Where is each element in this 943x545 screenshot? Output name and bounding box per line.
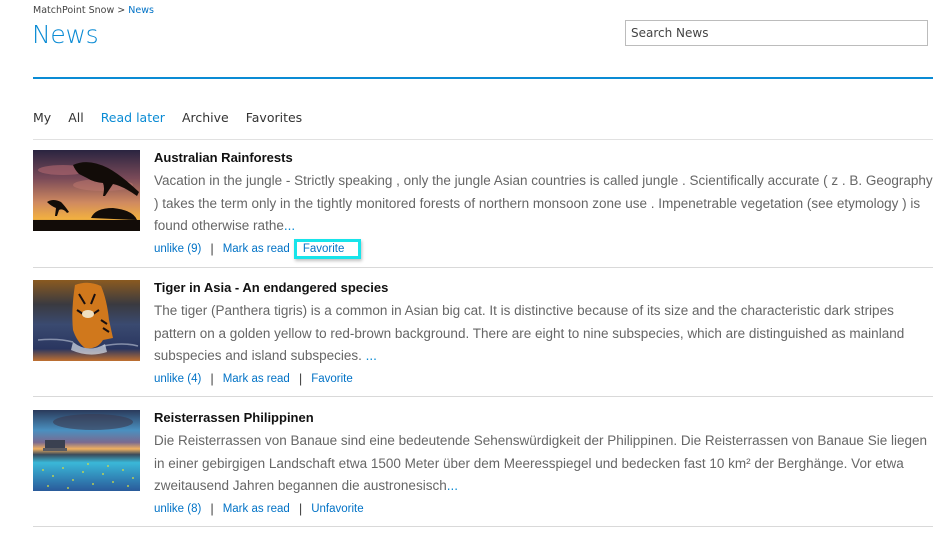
unlike-link[interactable]: unlike (8) (154, 503, 201, 515)
title-divider (33, 77, 933, 79)
read-more-link[interactable]: ... (447, 478, 458, 493)
action-separator: | (210, 501, 214, 516)
news-title[interactable]: Tiger in Asia - An endangered species (154, 280, 933, 296)
kangaroo-sunset-image[interactable] (33, 150, 140, 231)
read-more-link[interactable]: ... (284, 218, 295, 233)
action-separator: | (298, 501, 303, 516)
mark-as-read-link[interactable]: Mark as read (223, 243, 290, 255)
tab-archive[interactable]: Archive (182, 110, 229, 125)
unfavorite-link[interactable]: Unfavorite (311, 503, 363, 515)
news-summary-text: Die Reisterrassen von Banaue sind eine b… (154, 433, 927, 493)
tab-read-later[interactable]: Read later (101, 110, 165, 125)
tiger-in-water-image[interactable] (33, 280, 140, 361)
news-tabs: My All Read later Archive Favorites (33, 110, 302, 125)
news-actions: unlike (8) | Mark as read | Unfavorite (154, 500, 933, 518)
news-summary-text: Vacation in the jungle - Strictly speaki… (154, 173, 933, 233)
tab-all[interactable]: All (68, 110, 84, 125)
action-separator: | (298, 371, 303, 386)
news-summary-text: The tiger (Panthera tigris) is a common … (154, 303, 905, 363)
tab-favorites[interactable]: Favorites (246, 110, 302, 125)
news-summary: Vacation in the jungle - Strictly speaki… (154, 170, 933, 238)
action-separator: | (210, 241, 214, 256)
mark-as-read-link[interactable]: Mark as read (223, 373, 290, 385)
news-actions: unlike (4) | Mark as read | Favorite (154, 370, 933, 388)
breadcrumb-separator: > (117, 5, 126, 16)
breadcrumb-root-link[interactable]: MatchPoint Snow (33, 5, 114, 16)
tab-my[interactable]: My (33, 110, 51, 125)
news-item: Australian Rainforests Vacation in the j… (33, 140, 933, 268)
search-news-input[interactable] (625, 20, 928, 46)
news-actions: unlike (9) | Mark as read Favorite (154, 238, 933, 259)
news-item: Tiger in Asia - An endangered species Th… (33, 268, 933, 397)
news-summary: The tiger (Panthera tigris) is a common … (154, 300, 933, 368)
mark-as-read-link[interactable]: Mark as read (223, 503, 290, 515)
unlike-link[interactable]: unlike (9) (154, 243, 201, 255)
unlike-link[interactable]: unlike (4) (154, 373, 201, 385)
news-title[interactable]: Reisterrassen Philippinen (154, 410, 933, 426)
favorite-link[interactable]: Favorite (293, 238, 362, 259)
page-title: News (32, 20, 99, 49)
favorite-link[interactable]: Favorite (311, 373, 353, 385)
news-item: Reisterrassen Philippinen Die Reisterras… (33, 397, 933, 527)
news-summary: Die Reisterrassen von Banaue sind eine b… (154, 430, 933, 498)
action-separator: | (210, 371, 214, 386)
news-title[interactable]: Australian Rainforests (154, 150, 933, 166)
rice-terraces-image[interactable] (33, 410, 140, 491)
read-more-link[interactable]: ... (366, 348, 377, 363)
breadcrumb-current-link[interactable]: News (128, 5, 154, 16)
breadcrumb: MatchPoint Snow > News (33, 5, 154, 16)
